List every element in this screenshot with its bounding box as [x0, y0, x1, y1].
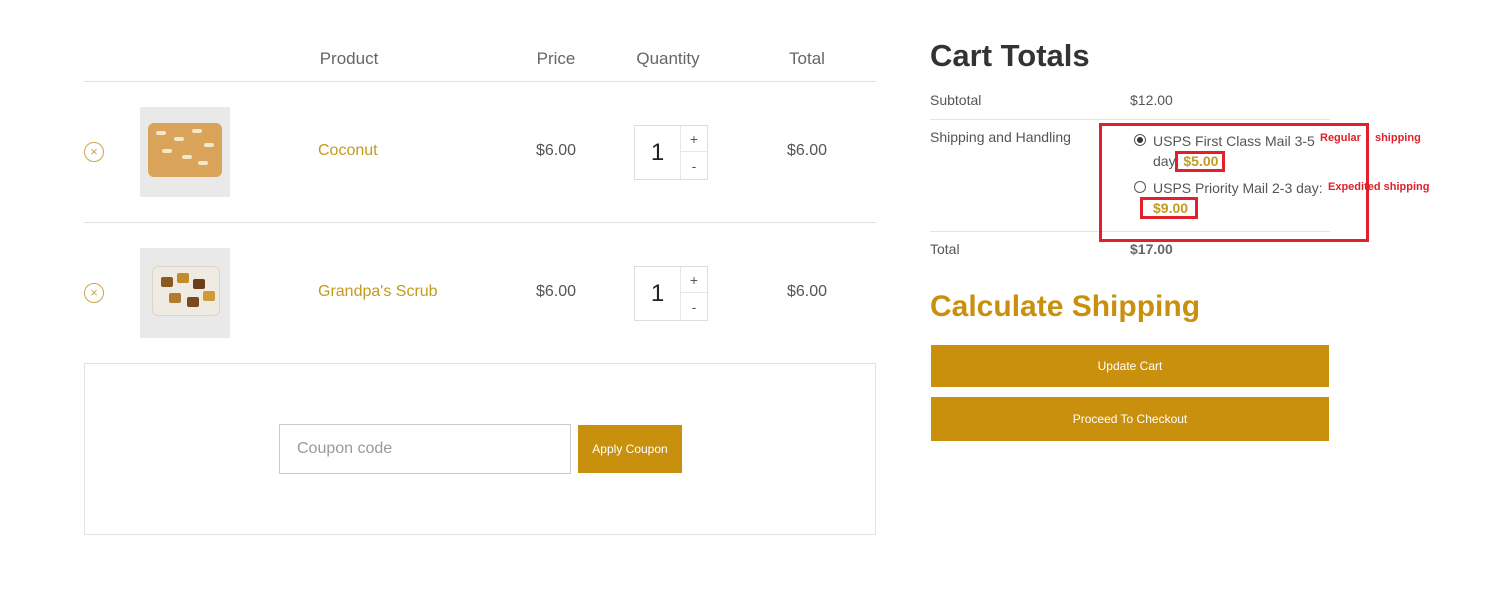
annotation-regular-shipping: Regular shipping	[1320, 132, 1421, 144]
product-thumbnail-coconut[interactable]	[140, 107, 230, 197]
soap-flake	[156, 131, 166, 135]
quantity-increment-button[interactable]: +	[681, 126, 707, 152]
column-header-total: Total	[789, 49, 825, 68]
update-cart-button[interactable]: Update Cart	[931, 345, 1329, 387]
cart-table: Product Price Quantity Total × Coconut $…	[84, 0, 876, 364]
soap-flake	[192, 129, 202, 133]
soap-flake	[174, 137, 184, 141]
cart-table-header: Product Price Quantity Total	[84, 0, 876, 82]
product-thumbnail-grandpas-scrub[interactable]	[140, 248, 230, 338]
quantity-increment-button[interactable]: +	[681, 267, 707, 293]
coupon-code-input[interactable]	[279, 424, 571, 474]
unit-price: $6.00	[536, 142, 577, 159]
quantity-input[interactable]	[635, 126, 681, 179]
soap-chunk	[203, 291, 215, 301]
remove-item-button[interactable]: ×	[84, 283, 104, 303]
cart-row: × Coconut $6.00 + - $6.00	[84, 82, 876, 223]
soap-flake	[182, 155, 192, 159]
soap-image	[152, 266, 220, 316]
soap-flake	[198, 161, 208, 165]
soap-flake	[204, 143, 214, 147]
soap-chunk	[187, 297, 199, 307]
coupon-section: Apply Coupon	[84, 363, 876, 535]
subtotal-row: Subtotal $12.00	[930, 82, 1330, 120]
remove-circle-icon: ×	[90, 285, 98, 300]
product-link[interactable]: Grandpa's Scrub	[318, 283, 438, 301]
annotation-expedited-shipping: Expedited shipping	[1328, 181, 1430, 193]
subtotal-value: $12.00	[1130, 92, 1173, 108]
line-total: $6.00	[787, 283, 828, 300]
unit-price: $6.00	[536, 283, 577, 300]
cart-totals-title: Cart Totals	[930, 38, 1090, 73]
soap-chunk	[161, 277, 173, 287]
line-total: $6.00	[787, 142, 828, 159]
calculate-shipping-title: Calculate Shipping	[930, 290, 1201, 323]
annotation-regular-word: Regular	[1320, 132, 1361, 144]
remove-circle-icon: ×	[90, 144, 98, 159]
column-header-quantity: Quantity	[636, 49, 700, 68]
price-highlight-box	[1140, 197, 1198, 219]
annotation-shipping-word: shipping	[1374, 132, 1421, 144]
soap-chunk	[193, 279, 205, 289]
apply-coupon-button[interactable]: Apply Coupon	[578, 425, 682, 473]
quantity-decrement-button[interactable]: -	[681, 153, 707, 179]
quantity-decrement-button[interactable]: -	[681, 294, 707, 320]
column-header-price: Price	[536, 49, 576, 68]
shipping-label: Shipping and Handling	[930, 129, 1071, 145]
quantity-stepper: + -	[634, 266, 708, 321]
price-highlight-box	[1175, 151, 1225, 172]
soap-flake	[162, 149, 172, 153]
total-label: Total	[930, 241, 960, 257]
total-value: $17.00	[1130, 241, 1173, 257]
remove-item-button[interactable]: ×	[84, 142, 104, 162]
quantity-stepper: + -	[634, 125, 708, 180]
cart-row: × Grandpa's Scrub $6.00 + - $6.00	[84, 223, 876, 364]
product-link[interactable]: Coconut	[318, 142, 378, 160]
soap-image	[148, 123, 222, 177]
soap-chunk	[177, 273, 189, 283]
column-header-product: Product	[319, 49, 379, 68]
proceed-to-checkout-button[interactable]: Proceed To Checkout	[931, 397, 1329, 441]
subtotal-label: Subtotal	[930, 92, 982, 108]
quantity-input[interactable]	[635, 267, 681, 320]
soap-chunk	[169, 293, 181, 303]
